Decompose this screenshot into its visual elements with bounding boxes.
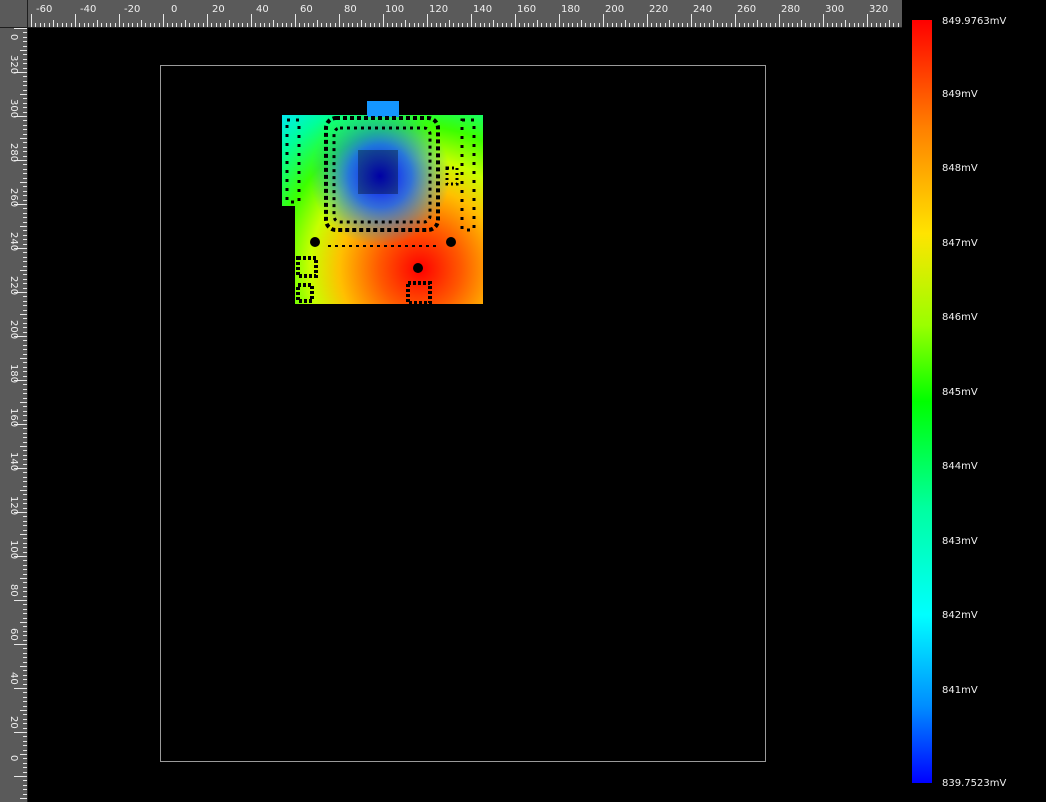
h-tick-label: 300 xyxy=(825,4,844,15)
h-tick-label: 220 xyxy=(649,4,668,15)
v-tick-label: 80 xyxy=(8,584,19,597)
legend-max-label: 849.9763mV xyxy=(942,16,1007,27)
h-tick-label: 0 xyxy=(171,4,177,15)
ruler-corner xyxy=(0,0,28,28)
legend-label: 848mV xyxy=(942,163,978,174)
v-tick-label: 180 xyxy=(8,364,19,383)
h-tick-label: 320 xyxy=(869,4,888,15)
legend-label: 841mV xyxy=(942,685,978,696)
h-tick-label: 280 xyxy=(781,4,800,15)
ir-drop-viewer: -60 -40 -20 0 20 40 60 80 100 120 140 16… xyxy=(0,0,1046,802)
v-tick-label: 300 xyxy=(8,99,19,118)
h-tick-label: 80 xyxy=(344,4,357,15)
v-tick-label: 60 xyxy=(8,628,19,641)
v-tick-label: 0 xyxy=(8,34,19,40)
h-tick-label: 100 xyxy=(385,4,404,15)
legend-label: 846mV xyxy=(942,312,978,323)
voltage-heatmap[interactable] xyxy=(28,28,902,802)
v-tick-label: 200 xyxy=(8,320,19,339)
v-tick-label: 280 xyxy=(8,143,19,162)
color-scale-bar xyxy=(912,20,932,783)
v-tick-label: 160 xyxy=(8,408,19,427)
horizontal-ruler-svg: -60 -40 -20 0 20 40 60 80 100 120 140 16… xyxy=(31,4,899,27)
v-tick-label: 220 xyxy=(8,276,19,295)
vertical-ruler[interactable]: 0 320 300 280 260 240 220 200 180 160 14… xyxy=(0,28,28,802)
legend-label: 845mV xyxy=(942,387,978,398)
legend-label: 844mV xyxy=(942,461,978,472)
h-tick-label: 140 xyxy=(473,4,492,15)
legend-label: 847mV xyxy=(942,238,978,249)
h-tick-label: 240 xyxy=(693,4,712,15)
v-tick-label: 120 xyxy=(8,496,19,515)
v-tick-label: 320 xyxy=(8,55,19,74)
h-tick-label: 120 xyxy=(429,4,448,15)
h-tick-label: 60 xyxy=(300,4,313,15)
legend-min-label: 839.7523mV xyxy=(942,778,1007,789)
h-tick-label: 200 xyxy=(605,4,624,15)
v-tick-label: 260 xyxy=(8,188,19,207)
v-tick-label: 20 xyxy=(8,716,19,729)
h-tick-label: -20 xyxy=(124,4,140,15)
color-legend: 849.9763mV 849mV 848mV 847mV 846mV 845mV… xyxy=(902,0,1046,802)
v-tick-label: 240 xyxy=(8,232,19,251)
v-tick-label: 0 xyxy=(8,755,19,761)
v-tick-label: 140 xyxy=(8,452,19,471)
horizontal-ruler[interactable]: -60 -40 -20 0 20 40 60 80 100 120 140 16… xyxy=(28,0,902,28)
h-tick-label: 20 xyxy=(212,4,225,15)
legend-label: 843mV xyxy=(942,536,978,547)
h-tick-label: -40 xyxy=(80,4,96,15)
legend-label: 849mV xyxy=(942,89,978,100)
v-tick-label: 100 xyxy=(8,540,19,559)
h-tick-label: 180 xyxy=(561,4,580,15)
design-canvas[interactable] xyxy=(28,28,902,802)
h-tick-label: 160 xyxy=(517,4,536,15)
h-tick-label: 40 xyxy=(256,4,269,15)
vertical-ruler-svg: 0 320 300 280 260 240 220 200 180 160 14… xyxy=(8,28,27,799)
v-tick-label: 40 xyxy=(8,672,19,685)
h-tick-label: 260 xyxy=(737,4,756,15)
legend-label: 842mV xyxy=(942,610,978,621)
h-tick-label: -60 xyxy=(36,4,52,15)
